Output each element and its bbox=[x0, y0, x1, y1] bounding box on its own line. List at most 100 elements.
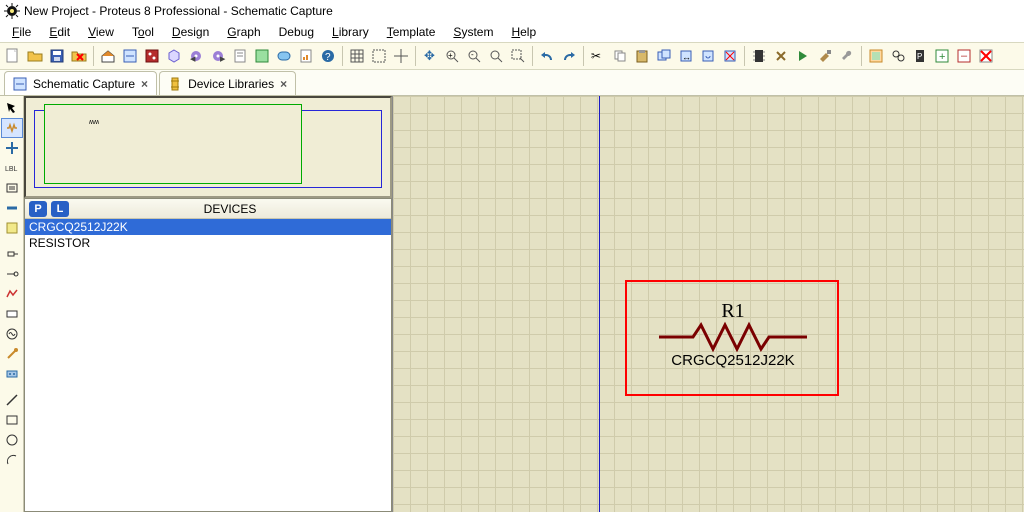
compile-icon[interactable] bbox=[792, 45, 814, 67]
menu-help[interactable]: Help bbox=[503, 23, 544, 41]
svg-text:✥: ✥ bbox=[424, 48, 435, 63]
erc-icon[interactable] bbox=[251, 45, 273, 67]
origin-icon[interactable] bbox=[390, 45, 412, 67]
component-tool-icon[interactable] bbox=[1, 118, 23, 138]
package-icon[interactable] bbox=[748, 45, 770, 67]
label-tool-icon[interactable]: LBL bbox=[1, 158, 23, 178]
menu-design[interactable]: Design bbox=[164, 23, 217, 41]
devices-list[interactable]: CRGCQ2512J22K RESISTOR bbox=[25, 219, 391, 511]
pcb-icon[interactable] bbox=[141, 45, 163, 67]
menu-edit[interactable]: Edit bbox=[41, 23, 78, 41]
toolbar-separator bbox=[342, 46, 343, 66]
pan-icon[interactable]: ✥ bbox=[419, 45, 441, 67]
line-tool-icon[interactable] bbox=[1, 390, 23, 410]
component-resistor[interactable]: R1 CRGCQ2512J22K bbox=[641, 291, 825, 386]
block-delete-icon[interactable] bbox=[719, 45, 741, 67]
instrument-tool-icon[interactable] bbox=[1, 364, 23, 384]
svg-text:↔: ↔ bbox=[682, 52, 691, 62]
copy-icon[interactable] bbox=[609, 45, 631, 67]
close-file-icon[interactable] bbox=[68, 45, 90, 67]
close-tab-icon[interactable]: × bbox=[280, 77, 287, 91]
canvas-axis bbox=[599, 96, 600, 512]
junction-tool-icon[interactable] bbox=[1, 138, 23, 158]
block-rotate-icon[interactable] bbox=[697, 45, 719, 67]
wrench-icon[interactable] bbox=[836, 45, 858, 67]
snap-icon[interactable] bbox=[368, 45, 390, 67]
svg-text:P: P bbox=[917, 52, 922, 61]
zoom-out-icon[interactable]: - bbox=[463, 45, 485, 67]
bom-icon[interactable] bbox=[229, 45, 251, 67]
save-file-icon[interactable] bbox=[46, 45, 68, 67]
bus-tool-icon[interactable] bbox=[1, 198, 23, 218]
tab-device-libraries[interactable]: Device Libraries × bbox=[159, 71, 296, 95]
svg-text:-: - bbox=[471, 50, 474, 59]
library-tab-icon bbox=[168, 77, 182, 91]
tape-tool-icon[interactable] bbox=[1, 304, 23, 324]
decompose-icon[interactable] bbox=[770, 45, 792, 67]
find-icon[interactable] bbox=[887, 45, 909, 67]
menu-graph[interactable]: Graph bbox=[219, 23, 268, 41]
menu-system[interactable]: System bbox=[445, 23, 501, 41]
help-icon[interactable]: ? bbox=[317, 45, 339, 67]
svg-text:◀: ◀ bbox=[190, 56, 196, 63]
list-item[interactable]: RESISTOR bbox=[25, 235, 391, 251]
component-ref-label: R1 bbox=[721, 300, 744, 322]
circle-tool-icon[interactable] bbox=[1, 430, 23, 450]
zoom-fit-icon[interactable] bbox=[485, 45, 507, 67]
menu-debug[interactable]: Debug bbox=[271, 23, 322, 41]
overview-component-icon: ʍʍ bbox=[89, 119, 99, 126]
hammer-icon[interactable] bbox=[814, 45, 836, 67]
add-sheet-icon[interactable]: + bbox=[931, 45, 953, 67]
list-item[interactable]: CRGCQ2512J22K bbox=[25, 219, 391, 235]
paste-icon[interactable] bbox=[631, 45, 653, 67]
3d-icon[interactable] bbox=[163, 45, 185, 67]
remove-sheet-icon[interactable]: – bbox=[953, 45, 975, 67]
menu-view[interactable]: View bbox=[80, 23, 122, 41]
menu-tool[interactable]: Tool bbox=[124, 23, 162, 41]
subcircuit-tool-icon[interactable] bbox=[1, 218, 23, 238]
tool-palette: LBL bbox=[0, 96, 24, 512]
overview-sheet: ʍʍ bbox=[44, 104, 302, 184]
property-icon[interactable]: P bbox=[909, 45, 931, 67]
redo-icon[interactable] bbox=[558, 45, 580, 67]
arc-tool-icon[interactable] bbox=[1, 450, 23, 470]
block-copy-icon[interactable] bbox=[653, 45, 675, 67]
menu-bar: File Edit View Tool Design Graph Debug L… bbox=[0, 22, 1024, 42]
probe-tool-icon[interactable] bbox=[1, 344, 23, 364]
overview-pane[interactable]: ʍʍ bbox=[24, 96, 392, 198]
zoom-region-icon[interactable] bbox=[507, 45, 529, 67]
pin-tool-icon[interactable] bbox=[1, 264, 23, 284]
left-panel: ʍʍ P L DEVICES CRGCQ2512J22K RESISTOR bbox=[24, 96, 392, 512]
cut-icon[interactable]: ✂ bbox=[587, 45, 609, 67]
svg-text:✂: ✂ bbox=[591, 49, 601, 63]
rect-tool-icon[interactable] bbox=[1, 410, 23, 430]
generator-tool-icon[interactable] bbox=[1, 324, 23, 344]
library-button[interactable]: L bbox=[51, 201, 69, 217]
selection-tool-icon[interactable] bbox=[1, 98, 23, 118]
gear-left-icon[interactable]: ◀ bbox=[185, 45, 207, 67]
zoom-in-icon[interactable]: + bbox=[441, 45, 463, 67]
close-tab-icon[interactable]: × bbox=[141, 77, 148, 91]
terminal-tool-icon[interactable] bbox=[1, 244, 23, 264]
block-move-icon[interactable]: ↔ bbox=[675, 45, 697, 67]
xref-icon[interactable] bbox=[865, 45, 887, 67]
menu-file[interactable]: File bbox=[4, 23, 39, 41]
vsm-icon[interactable] bbox=[273, 45, 295, 67]
menu-template[interactable]: Template bbox=[379, 23, 444, 41]
menu-library[interactable]: Library bbox=[324, 23, 377, 41]
gear-right-icon[interactable]: ▶ bbox=[207, 45, 229, 67]
delete-all-icon[interactable] bbox=[975, 45, 997, 67]
home-icon[interactable] bbox=[97, 45, 119, 67]
text-tool-icon[interactable] bbox=[1, 178, 23, 198]
new-file-icon[interactable] bbox=[2, 45, 24, 67]
open-file-icon[interactable] bbox=[24, 45, 46, 67]
undo-icon[interactable] bbox=[536, 45, 558, 67]
grid-toggle-icon[interactable] bbox=[346, 45, 368, 67]
schematic-canvas[interactable]: R1 CRGCQ2512J22K bbox=[392, 96, 1024, 512]
tab-schematic-capture[interactable]: Schematic Capture × bbox=[4, 71, 157, 95]
svg-text:?: ? bbox=[325, 52, 331, 63]
graph-tool-icon[interactable] bbox=[1, 284, 23, 304]
schematic-icon[interactable] bbox=[119, 45, 141, 67]
report-icon[interactable] bbox=[295, 45, 317, 67]
pick-device-button[interactable]: P bbox=[29, 201, 47, 217]
